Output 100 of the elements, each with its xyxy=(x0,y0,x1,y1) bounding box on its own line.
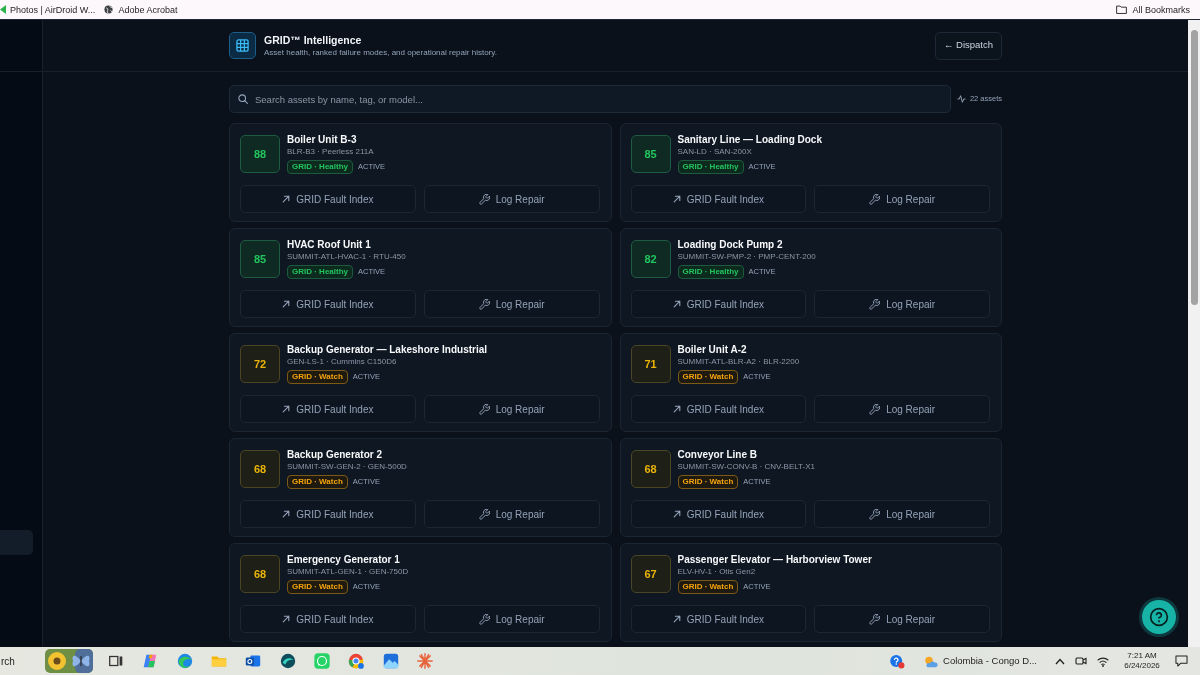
arrow-icon[interactable] xyxy=(0,5,6,14)
asset-name: Emergency Generator 1 xyxy=(287,554,401,566)
asset-meta: SUMMIT-ATL-HVAC-1 · RTU-450 xyxy=(287,251,406,262)
weather-text[interactable]: Colombia - Congo D... xyxy=(943,653,1037,669)
asset-meta: SUMMIT-SW-CONV-B · CNV-BELT-X1 xyxy=(677,461,815,472)
clock-time[interactable]: 7:21 AM xyxy=(1119,651,1165,661)
wifi-icon[interactable] xyxy=(1097,655,1109,667)
all-bookmarks-link[interactable]: All Bookmarks xyxy=(1132,3,1190,16)
sun-cloud-icon[interactable] xyxy=(923,654,938,668)
wrench-icon xyxy=(869,508,881,520)
swirl-disc-icon[interactable] xyxy=(278,652,297,670)
wrench-icon xyxy=(869,403,881,415)
fault-index-button[interactable]: GRID Fault Index xyxy=(240,290,416,318)
folder-icon[interactable] xyxy=(1116,5,1128,14)
globe-icon[interactable] xyxy=(104,5,114,14)
asset-name: Backup Generator — Lakeshore Industrial xyxy=(287,344,488,356)
search-field[interactable]: Search assets by name, tag, or model... xyxy=(229,85,951,113)
chevron-up-icon[interactable] xyxy=(1055,657,1065,665)
asterisk-icon[interactable] xyxy=(415,652,434,670)
pulse-icon xyxy=(956,95,966,103)
health-score: 67 xyxy=(630,555,671,593)
arrow-up-right-icon xyxy=(672,405,681,413)
arrow-up-right-icon xyxy=(672,510,681,518)
help-badge-icon[interactable] xyxy=(889,653,905,669)
status-badge: GRID · Healthy xyxy=(287,265,353,279)
page-subtitle: Asset health, ranked failure modes, and operational repair history. xyxy=(264,46,497,58)
health-score: 85 xyxy=(240,240,280,278)
scrollbar-thumb[interactable] xyxy=(1190,30,1198,305)
wrench-icon xyxy=(478,298,490,310)
picture-icon[interactable] xyxy=(381,652,400,670)
grid-logo-icon xyxy=(229,32,256,59)
log-repair-button[interactable]: Log Repair xyxy=(423,500,600,528)
wrench-icon xyxy=(869,193,881,205)
status-badge: GRID · Watch xyxy=(677,580,739,594)
status-badge: GRID · Watch xyxy=(677,370,739,384)
asset-name: Boiler Unit A-2 xyxy=(677,344,748,356)
asset-name: Passenger Elevator — Harborview Tower xyxy=(677,554,872,566)
browser-icon[interactable] xyxy=(347,652,366,670)
wave-browser-icon[interactable] xyxy=(175,652,194,670)
log-repair-button[interactable]: Log Repair xyxy=(423,395,600,423)
fault-index-button[interactable]: GRID Fault Index xyxy=(240,605,416,633)
fault-index-button[interactable]: GRID Fault Index xyxy=(630,605,807,633)
camera-icon[interactable] xyxy=(1075,655,1087,667)
health-score: 72 xyxy=(240,345,280,383)
status-badge: GRID · Watch xyxy=(287,370,348,384)
asset-meta: SAN-LD · SAN-200X xyxy=(677,146,753,157)
log-repair-button[interactable]: Log Repair xyxy=(423,290,600,318)
wrench-icon xyxy=(478,193,490,205)
help-icon xyxy=(1149,607,1169,627)
status-badge: GRID · Watch xyxy=(677,475,739,489)
taskbar-search-text[interactable]: rch xyxy=(0,653,45,669)
log-repair-button[interactable]: Log Repair xyxy=(814,185,990,213)
back-button[interactable]: ← Dispatch xyxy=(934,31,1002,60)
arrow-up-right-icon xyxy=(672,195,681,203)
log-repair-button[interactable]: Log Repair xyxy=(814,290,990,318)
log-repair-button[interactable]: Log Repair xyxy=(814,500,990,528)
bookmark-link[interactable]: Adobe Acrobat xyxy=(118,3,178,16)
asset-meta: BLR-B3 · Peerless 211A xyxy=(287,146,375,157)
search-icon xyxy=(238,94,248,104)
wrench-icon xyxy=(478,613,490,625)
wrench-icon xyxy=(869,298,881,310)
asset-meta: SUMMIT-SW-GEN-2 · GEN-500D xyxy=(287,461,407,472)
fault-index-button[interactable]: GRID Fault Index xyxy=(240,500,416,528)
status-badge: GRID · Healthy xyxy=(677,265,744,279)
scrollbar[interactable] xyxy=(1188,20,1200,647)
fault-index-button[interactable]: GRID Fault Index xyxy=(630,185,807,213)
arrow-up-right-icon xyxy=(282,510,291,518)
status-badge: GRID · Healthy xyxy=(677,160,744,174)
clock-date[interactable]: 6/24/2026 xyxy=(1119,661,1165,671)
page-title: GRID™ Intelligence xyxy=(264,33,363,47)
asset-meta: GEN-LS-1 · Cummins C150D6 xyxy=(287,356,398,367)
arrow-up-right-icon xyxy=(282,300,291,308)
arrow-up-right-icon xyxy=(282,615,291,623)
fault-index-button[interactable]: GRID Fault Index xyxy=(240,395,416,423)
health-score: 68 xyxy=(630,450,671,488)
arrow-up-right-icon xyxy=(282,195,291,203)
notification-icon[interactable] xyxy=(1175,655,1188,667)
arrow-up-right-icon xyxy=(672,300,681,308)
asset-meta: SUMMIT-SW-PMP-2 · PMP-CENT-200 xyxy=(677,251,816,262)
asset-meta: ELV-HV-1 · Otis Gen2 xyxy=(677,566,757,577)
log-repair-button[interactable]: Log Repair xyxy=(423,185,600,213)
asset-meta: SUMMIT-ATL-BLR-A2 · BLR-2200 xyxy=(677,356,800,367)
fault-index-button[interactable]: GRID Fault Index xyxy=(240,185,416,213)
health-score: 68 xyxy=(240,555,280,593)
log-repair-button[interactable]: Log Repair xyxy=(423,605,600,633)
asset-name: Loading Dock Pump 2 xyxy=(677,239,784,251)
health-score: 85 xyxy=(630,135,671,173)
bookmark-link[interactable]: Photos | AirDroid W... xyxy=(10,3,96,16)
health-score: 88 xyxy=(240,135,280,173)
wrench-icon xyxy=(869,613,881,625)
wrench-icon xyxy=(478,508,490,520)
asset-name: Boiler Unit B-3 xyxy=(287,134,358,146)
asset-name: Backup Generator 2 xyxy=(287,449,384,461)
log-repair-button[interactable]: Log Repair xyxy=(814,395,990,423)
help-button[interactable] xyxy=(1142,600,1176,634)
fault-index-button[interactable]: GRID Fault Index xyxy=(630,500,807,528)
fault-index-button[interactable]: GRID Fault Index xyxy=(630,290,807,318)
flower-picture[interactable] xyxy=(45,649,93,673)
fault-index-button[interactable]: GRID Fault Index xyxy=(630,395,807,423)
log-repair-button[interactable]: Log Repair xyxy=(814,605,990,633)
